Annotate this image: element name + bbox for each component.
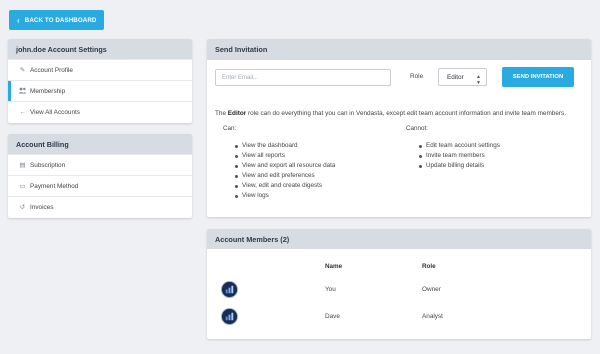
nav-item-label: Account Profile: [30, 66, 73, 74]
nav-item-label: Invoices: [30, 203, 54, 211]
calculator-icon: ▤: [19, 162, 26, 169]
nav-item-invoices[interactable]: ↺ Invoices: [8, 196, 192, 217]
role-name: Editor: [227, 110, 247, 117]
role-description: The Editor role can do everything that y…: [215, 110, 566, 117]
list-item: View and edit preferences: [234, 171, 335, 181]
can-permissions-list: View the dashboard View all reports View…: [234, 141, 335, 201]
history-icon: ↺: [19, 204, 26, 211]
role-label: Role: [410, 73, 424, 80]
list-item: View logs: [234, 191, 335, 201]
list-item: View all reports: [234, 151, 335, 161]
list-item: Invite team members: [418, 151, 500, 161]
nav-item-view-all-accounts[interactable]: ← View All Accounts: [8, 101, 192, 122]
send-invitation-button[interactable]: SEND INVITATION: [502, 67, 574, 87]
member-role: Owner: [422, 286, 441, 293]
account-billing-card: Account Billing ▤ Subscription ▭ Payment…: [8, 134, 192, 218]
member-role: Analyst: [422, 313, 443, 320]
account-members-card: Account Members (2) Name Role You Owner …: [207, 229, 591, 339]
can-label: Can:: [223, 125, 237, 132]
cannot-label: Cannot:: [406, 125, 429, 132]
role-select[interactable]: Editor ▲ ▼: [438, 68, 487, 86]
nav-item-subscription[interactable]: ▤ Subscription: [8, 154, 192, 175]
nav-item-label: Payment Method: [30, 182, 79, 190]
avatar: [221, 308, 238, 325]
list-item: Update billing details: [418, 161, 500, 171]
account-settings-title: john.doe Account Settings: [8, 39, 192, 59]
users-icon: [17, 87, 28, 96]
chevron-left-icon: ‹: [17, 15, 20, 25]
column-header-name: Name: [325, 263, 343, 270]
arrow-left-icon: ←: [19, 108, 26, 116]
send-invitation-card: Send Invitation Enter Email... Role Edit…: [207, 39, 591, 217]
nav-item-account-profile[interactable]: ✎ Account Profile: [8, 59, 192, 80]
credit-card-icon: ▭: [19, 183, 26, 190]
cannot-permissions-list: Edit team account settings Invite team m…: [418, 141, 500, 171]
member-name: Dave: [325, 313, 340, 320]
nav-item-label: Subscription: [30, 161, 66, 169]
nav-item-membership[interactable]: Membership: [8, 80, 192, 101]
send-invitation-title: Send Invitation: [207, 39, 591, 60]
list-item: View, edit and create digests: [234, 181, 335, 191]
list-item: Edit team account settings: [418, 141, 500, 151]
account-members-title: Account Members (2): [207, 229, 591, 249]
list-item: View and export all resource data: [234, 161, 335, 171]
back-to-dashboard-button[interactable]: ‹ BACK TO DASHBOARD: [9, 10, 104, 30]
list-item: View the dashboard: [234, 141, 335, 151]
account-billing-title: Account Billing: [8, 134, 192, 154]
nav-item-label: View All Accounts: [30, 108, 80, 116]
role-selected-value: Editor: [447, 73, 464, 81]
nav-item-label: Membership: [30, 87, 66, 95]
email-placeholder: Enter Email...: [222, 74, 259, 81]
column-header-role: Role: [422, 263, 436, 270]
edit-icon: ✎: [19, 67, 26, 74]
account-settings-card: john.doe Account Settings ✎ Account Prof…: [8, 39, 192, 123]
member-name: You: [325, 286, 336, 293]
email-input[interactable]: Enter Email...: [215, 69, 391, 86]
avatar: [221, 281, 238, 298]
chevron-down-icon: ▲ ▼: [476, 74, 481, 86]
nav-item-payment-method[interactable]: ▭ Payment Method: [8, 175, 192, 196]
back-to-dashboard-label: BACK TO DASHBOARD: [24, 16, 97, 24]
